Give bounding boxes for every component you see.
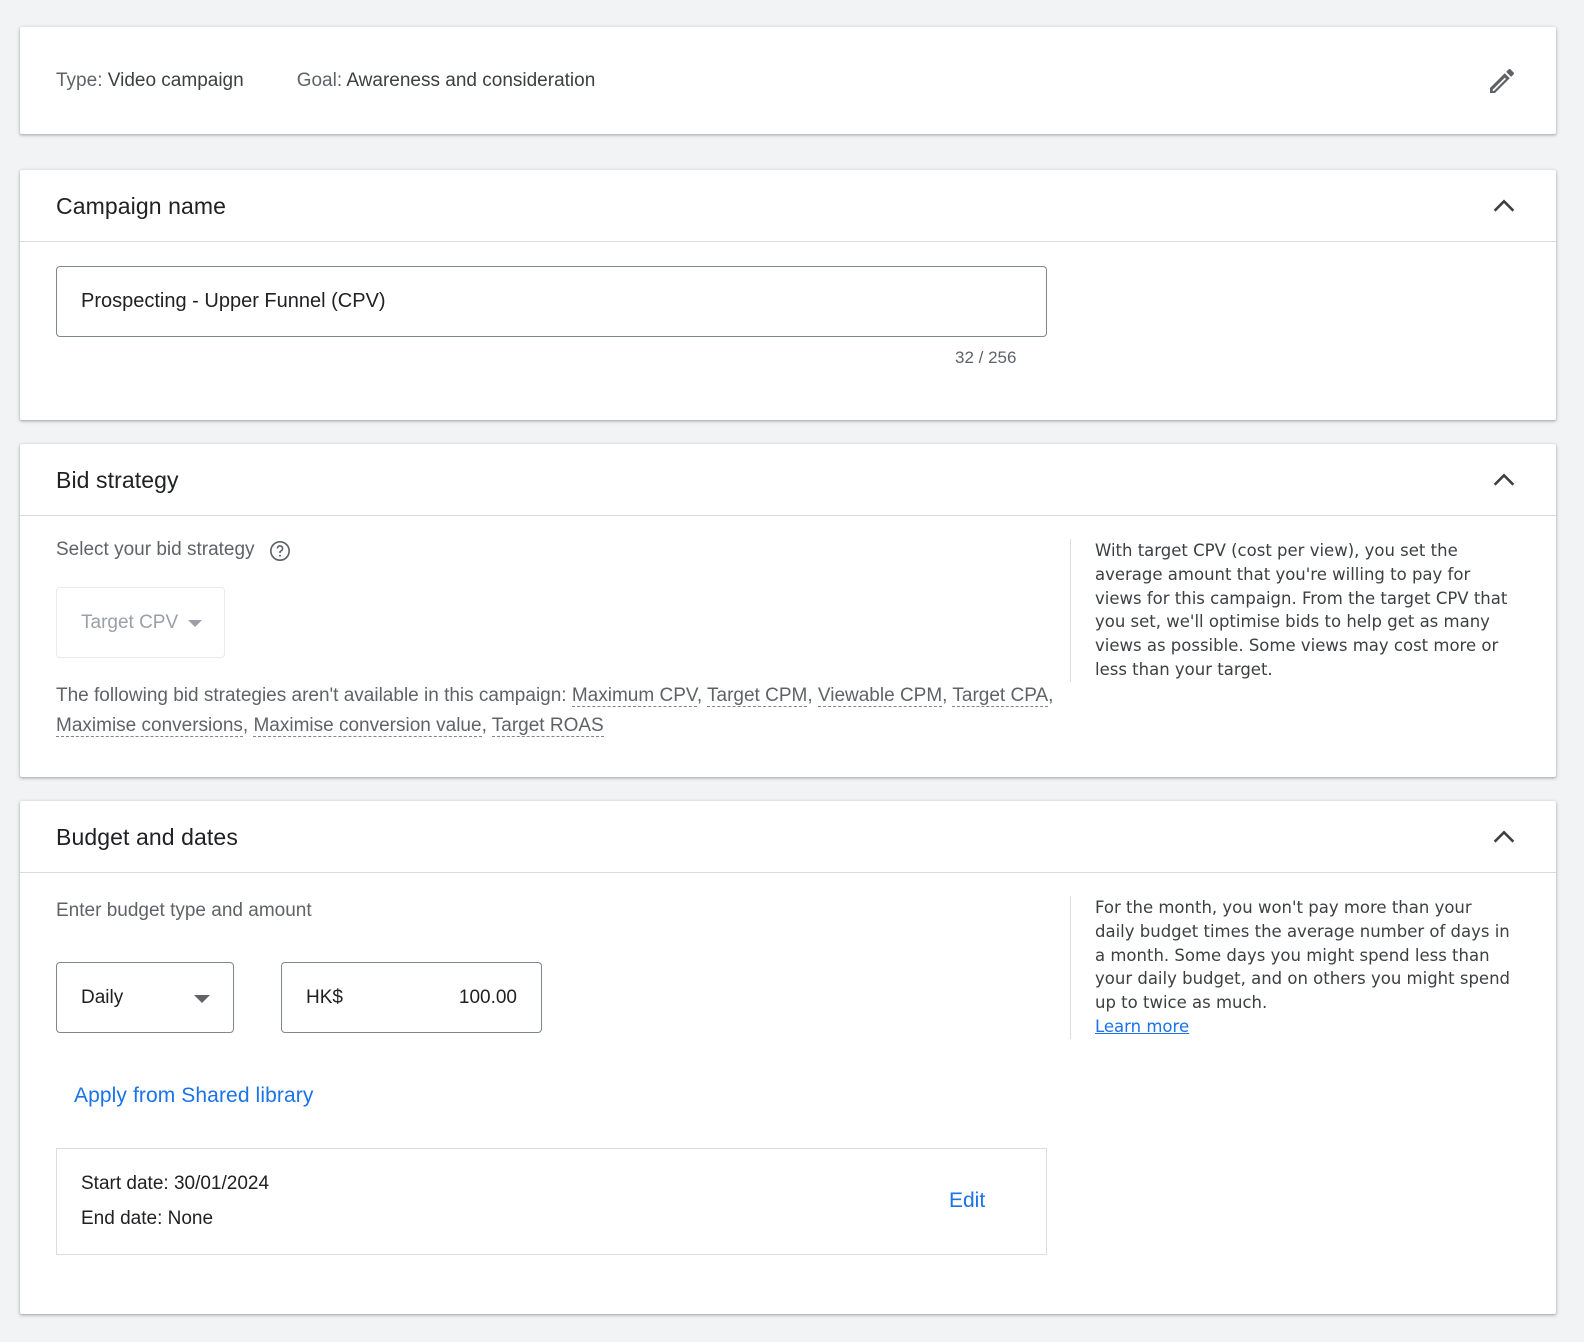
campaign-goal: Goal: Awareness and consideration bbox=[297, 70, 596, 92]
campaign-name-input[interactable]: Prospecting - Upper Funnel (CPV) bbox=[56, 266, 1047, 337]
budget-type-select[interactable]: Daily bbox=[56, 962, 234, 1033]
bid-strategy-select: Target CPV bbox=[56, 587, 225, 658]
bid-strategy-selected: Target CPV bbox=[81, 611, 179, 633]
start-date: Start date: 30/01/2024 bbox=[81, 1173, 270, 1194]
strategy-maximise-conversion-value[interactable]: Maximise conversion value bbox=[253, 715, 482, 737]
campaign-name-header[interactable]: Campaign name bbox=[20, 170, 1556, 242]
currency-label: HK$ bbox=[306, 987, 343, 1008]
section-title: Campaign name bbox=[56, 193, 227, 219]
budget-amount-input[interactable]: HK$ 100.00 bbox=[281, 962, 542, 1033]
bid-strategy-label: Select your bid strategy bbox=[56, 539, 255, 560]
dropdown-arrow-icon bbox=[188, 620, 202, 627]
chevron-up-icon[interactable] bbox=[1490, 823, 1518, 851]
type-value: Video campaign bbox=[107, 69, 244, 91]
budget-label: Enter budget type and amount bbox=[56, 900, 312, 921]
strategy-target-cpm[interactable]: Target CPM bbox=[707, 685, 808, 707]
help-circle-icon[interactable] bbox=[269, 540, 291, 562]
apply-shared-library-button[interactable]: Apply from Shared library bbox=[74, 1084, 313, 1108]
bid-strategy-help-panel: With target CPV (cost per view), you set… bbox=[1070, 539, 1516, 682]
char-counter: 32 / 256 bbox=[955, 348, 1017, 367]
section-title: Bid strategy bbox=[56, 467, 179, 493]
dropdown-arrow-icon bbox=[194, 995, 210, 1003]
summary-row: Type: Video campaign Goal: Awareness and… bbox=[56, 27, 648, 134]
campaign-name-card: Campaign name Prospecting - Upper Funnel… bbox=[20, 170, 1556, 420]
bid-strategy-header[interactable]: Bid strategy bbox=[20, 444, 1556, 516]
unavailable-prefix: The following bid strategies aren't avai… bbox=[56, 685, 572, 706]
unavailable-strategies: The following bid strategies aren't avai… bbox=[56, 685, 1054, 737]
strategy-maximise-conversions[interactable]: Maximise conversions bbox=[56, 715, 243, 737]
campaign-summary-card: Type: Video campaign Goal: Awareness and… bbox=[20, 27, 1556, 134]
budget-amount-value: 100.00 bbox=[458, 987, 517, 1008]
type-label: Type: bbox=[56, 69, 103, 91]
budget-help-text: For the month, you won't pay more than y… bbox=[1095, 898, 1510, 1013]
edit-dates-button[interactable]: Edit bbox=[949, 1189, 985, 1213]
end-date: End date: None bbox=[81, 1208, 214, 1229]
dates-box: Start date: 30/01/2024 End date: None Ed… bbox=[56, 1148, 1047, 1255]
campaign-name-value: Prospecting - Upper Funnel (CPV) bbox=[81, 290, 386, 312]
budget-dates-card: Budget and dates Enter budget type and a… bbox=[20, 801, 1556, 1314]
strategy-target-cpa[interactable]: Target CPA bbox=[952, 685, 1049, 707]
strategy-maximum-cpv[interactable]: Maximum CPV bbox=[571, 685, 697, 707]
budget-type-selected: Daily bbox=[81, 986, 124, 1008]
chevron-up-icon[interactable] bbox=[1490, 466, 1518, 494]
goal-label: Goal: bbox=[296, 69, 343, 91]
goal-value: Awareness and consideration bbox=[346, 69, 596, 91]
campaign-type: Type: Video campaign bbox=[56, 70, 244, 92]
budget-help-panel: For the month, you won't pay more than y… bbox=[1070, 896, 1516, 1039]
strategy-target-roas[interactable]: Target ROAS bbox=[491, 715, 604, 737]
chevron-up-icon[interactable] bbox=[1490, 192, 1518, 220]
learn-more-link[interactable]: Learn more bbox=[1095, 1015, 1516, 1039]
budget-dates-header[interactable]: Budget and dates bbox=[20, 801, 1556, 873]
bid-strategy-card: Bid strategy Select your bid strategy Ta… bbox=[20, 444, 1556, 777]
strategy-viewable-cpm[interactable]: Viewable CPM bbox=[817, 685, 943, 707]
bid-strategy-help-text: With target CPV (cost per view), you set… bbox=[1095, 541, 1508, 679]
pencil-icon[interactable] bbox=[1486, 65, 1518, 97]
section-title: Budget and dates bbox=[56, 824, 238, 850]
